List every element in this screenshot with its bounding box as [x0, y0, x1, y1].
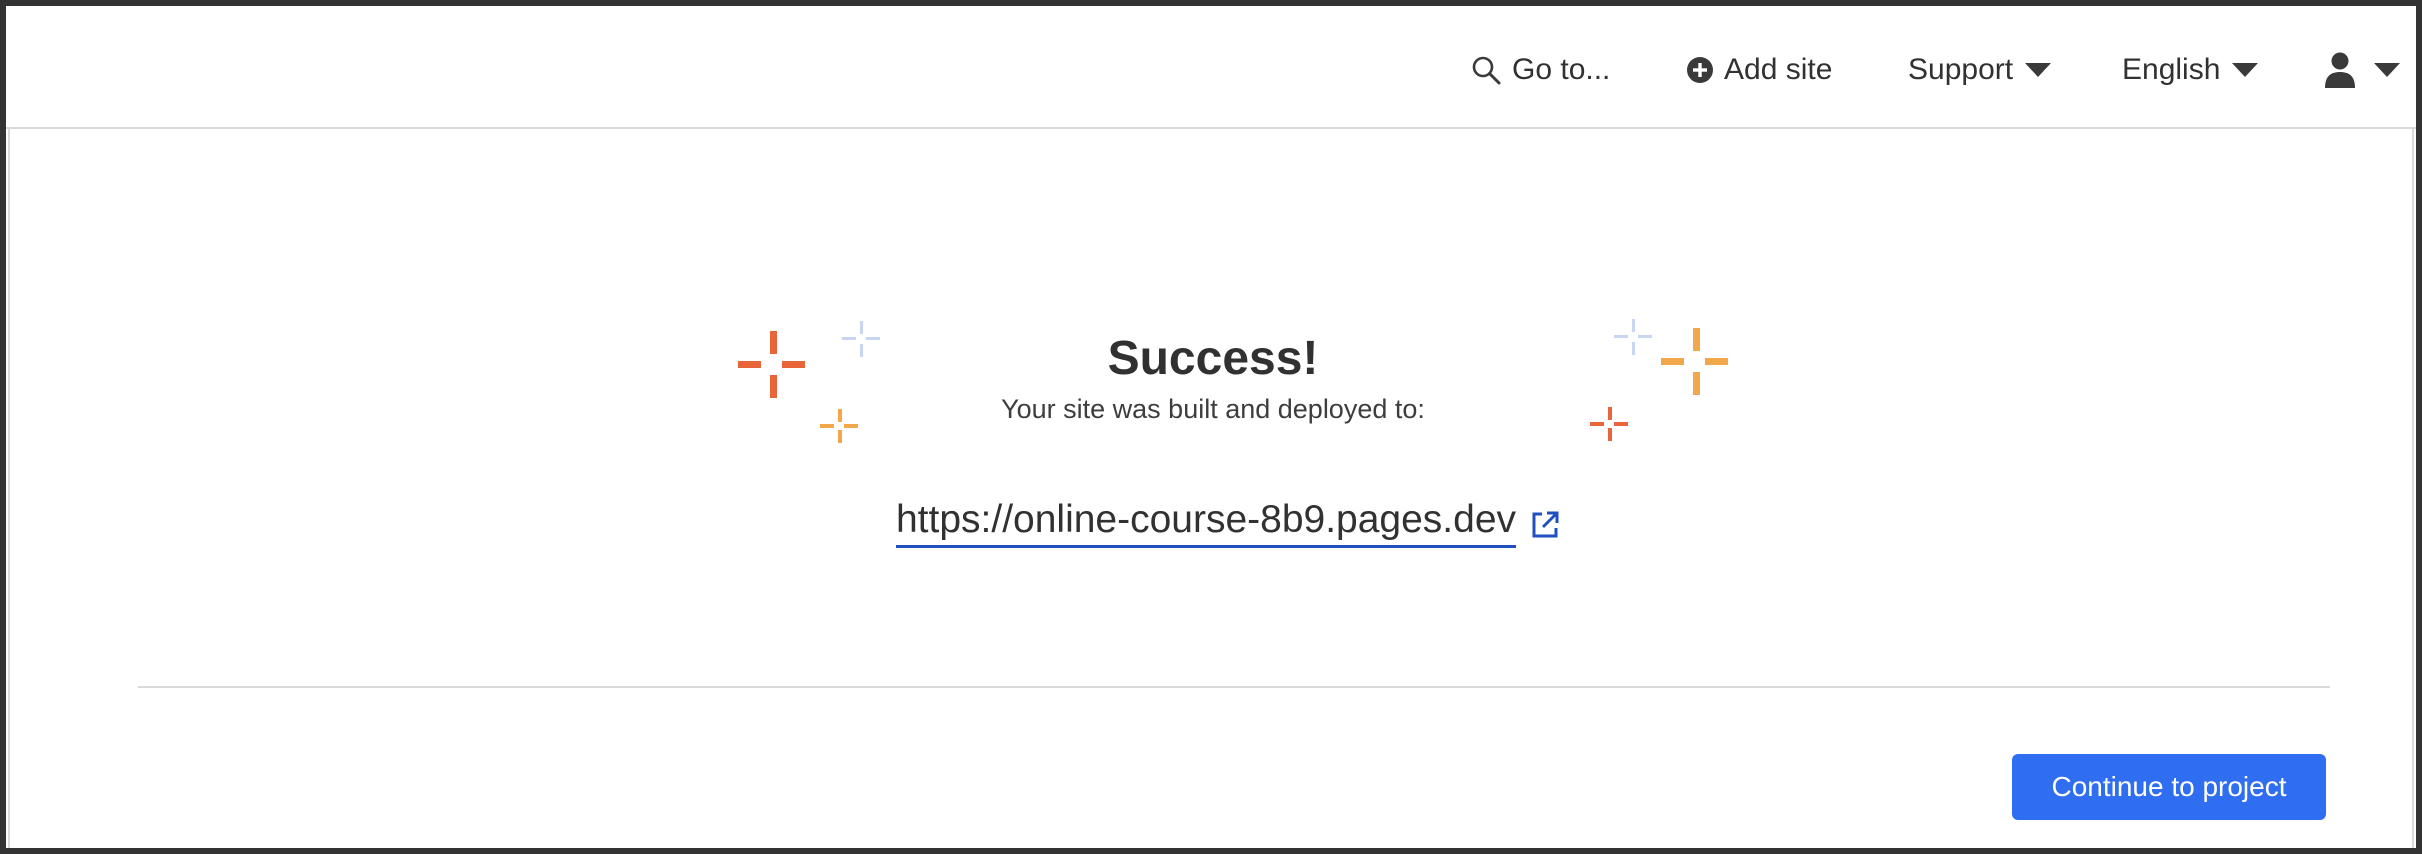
success-title: Success!	[1107, 332, 1319, 385]
user-menu-dropdown[interactable]	[2324, 46, 2400, 94]
language-label: English	[2122, 53, 2221, 86]
section-divider	[138, 686, 2330, 688]
plus-circle-icon	[1687, 57, 1713, 83]
language-dropdown[interactable]: English	[2122, 46, 2259, 94]
add-site-button[interactable]: Add site	[1686, 46, 1832, 94]
user-icon	[2325, 52, 2355, 88]
deploy-url-link[interactable]: https://online-course-8b9.pages.dev	[895, 497, 1517, 548]
search-icon	[1472, 56, 1501, 85]
goto-label: Go to...	[1512, 53, 1611, 86]
continue-to-project-button[interactable]: Continue to project	[2012, 754, 2326, 820]
external-link-icon[interactable]	[1530, 510, 1560, 540]
chevron-down-icon	[2232, 63, 2259, 77]
browser-viewport: Go to... Add site Support English Succes…	[6, 6, 2416, 848]
deploy-url-row: https://online-course-8b9.pages.dev	[10, 497, 2416, 548]
support-label: Support	[1908, 53, 2014, 86]
top-navigation-bar: Go to... Add site Support English	[6, 6, 2416, 129]
add-site-label: Add site	[1724, 53, 1833, 86]
deployment-success-panel: Success! Your site was built and deploye…	[8, 129, 2414, 848]
goto-button[interactable]: Go to...	[1470, 46, 1610, 94]
chevron-down-icon	[2025, 63, 2052, 77]
success-subtitle: Your site was built and deployed to:	[1001, 394, 1425, 424]
support-dropdown[interactable]: Support	[1908, 46, 2052, 94]
chevron-down-icon	[2374, 63, 2400, 77]
